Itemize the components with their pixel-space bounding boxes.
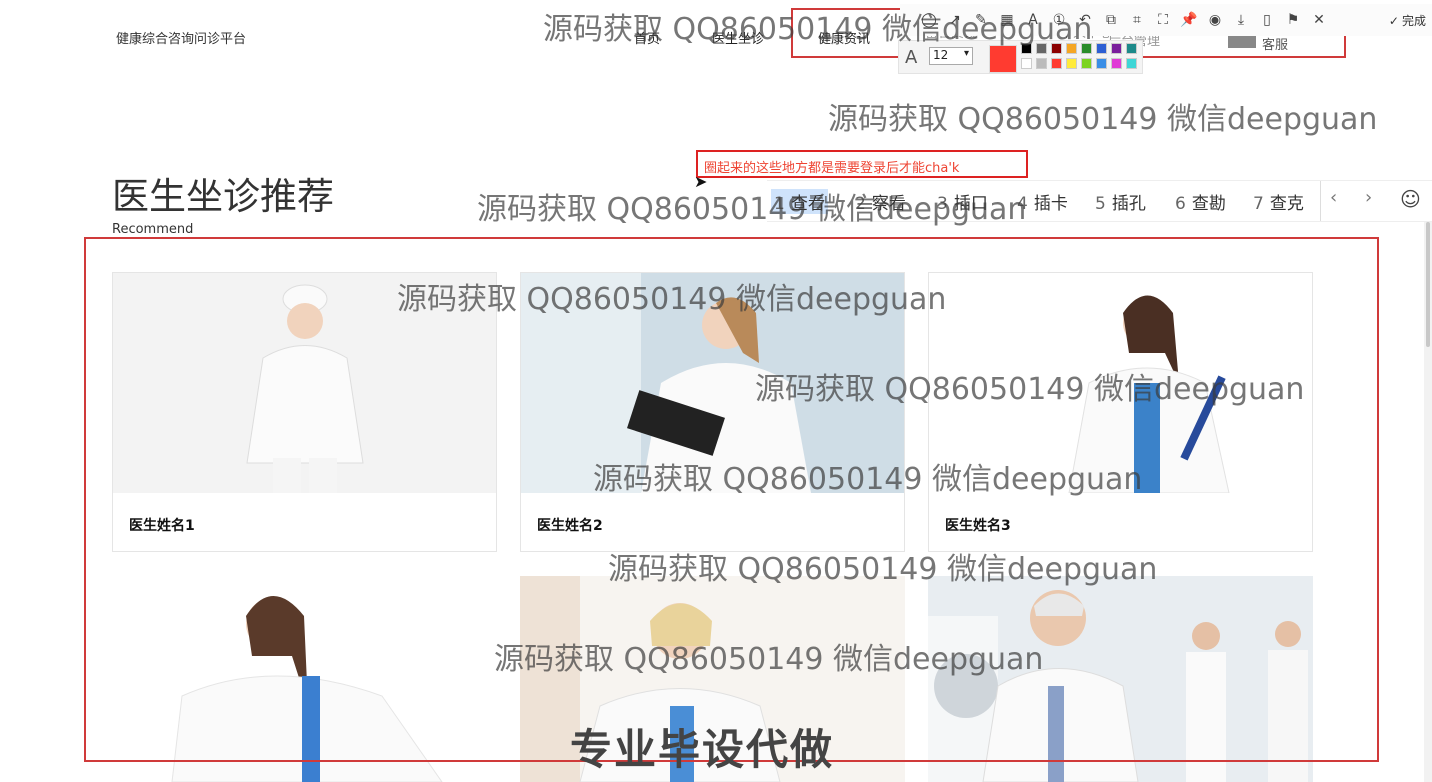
color-swatch[interactable] — [1096, 43, 1107, 54]
color-swatch[interactable] — [1081, 58, 1092, 69]
color-swatch[interactable] — [1126, 58, 1137, 69]
ime-next-icon[interactable]: › — [1365, 187, 1372, 208]
watermark-text: 源码获取 QQ86050149 微信deepguan — [397, 282, 947, 317]
chevron-down-icon: ▾ — [963, 48, 969, 59]
watermark-text: 源码获取 QQ86050149 微信deepguan — [828, 102, 1378, 137]
watermark-text: 源码获取 QQ86050149 微信deepguan — [755, 372, 1305, 407]
color-swatch[interactable] — [1111, 43, 1122, 54]
phone-icon[interactable]: ▯ — [1258, 11, 1276, 29]
font-size-value: 12 — [933, 48, 949, 62]
watermark-text: 源码获取 QQ86050149 微信deepguan — [593, 462, 1143, 497]
annotation-text-box[interactable]: 圈起来的这些地方都是需要登录后才能cha'k — [696, 150, 1028, 178]
ime-candidate-5[interactable]: 5 插孔 — [1095, 189, 1146, 214]
watermark-text: 源码获取 QQ86050149 微信deepguan — [608, 552, 1158, 587]
watermark-text: 源码获取 QQ86050149 微信deepguan — [494, 642, 1044, 677]
done-button[interactable]: ✓ 完成 — [1389, 12, 1426, 29]
color-swatch[interactable] — [1036, 58, 1047, 69]
scrollbar[interactable] — [1424, 222, 1432, 782]
font-size-select[interactable]: 12 ▾ — [929, 47, 973, 65]
font-size-icon: A — [905, 47, 918, 68]
pin-icon[interactable]: 📌 — [1180, 11, 1198, 29]
scrollbar-thumb[interactable] — [1426, 222, 1430, 347]
check-icon: ✓ — [1388, 13, 1399, 28]
section-subtitle: Recommend — [112, 222, 194, 237]
promo-banner: 专业毕设代做 — [570, 725, 835, 774]
crop-icon[interactable]: ⧉ — [1102, 11, 1120, 29]
close-icon[interactable]: ✕ — [1310, 11, 1328, 29]
ime-prev-icon[interactable]: ‹ — [1330, 187, 1337, 208]
download-icon[interactable]: ⤓ — [1232, 11, 1250, 29]
current-color-swatch[interactable] — [989, 45, 1017, 73]
color-swatch[interactable] — [1066, 58, 1077, 69]
fullscreen-icon[interactable]: ⛶ — [1154, 11, 1172, 29]
color-swatch[interactable] — [1021, 58, 1032, 69]
section-title: 医生坐诊推荐 — [112, 175, 334, 218]
color-swatch[interactable] — [1051, 58, 1062, 69]
ime-emoji-icon[interactable]: ☺ — [1400, 187, 1421, 211]
ocr-icon[interactable]: ⌗ — [1128, 11, 1146, 29]
watermark-text: 源码获取 QQ86050149 微信deepguan — [543, 12, 1093, 47]
ime-candidate-6[interactable]: 6 查勘 — [1175, 189, 1226, 214]
bookmark-icon[interactable]: ⚑ — [1284, 11, 1302, 29]
ime-candidate-7[interactable]: 7 查克 — [1253, 189, 1304, 214]
done-label: 完成 — [1401, 13, 1426, 28]
ime-separator — [1320, 181, 1321, 221]
site-name[interactable]: 健康综合咨询问诊平台 — [116, 28, 246, 47]
record-icon[interactable]: ◉ — [1206, 11, 1224, 29]
color-swatch[interactable] — [1111, 58, 1122, 69]
color-swatch[interactable] — [1096, 58, 1107, 69]
color-swatch[interactable] — [1126, 43, 1137, 54]
watermark-text: 源码获取 QQ86050149 微信deepguan — [477, 192, 1027, 227]
